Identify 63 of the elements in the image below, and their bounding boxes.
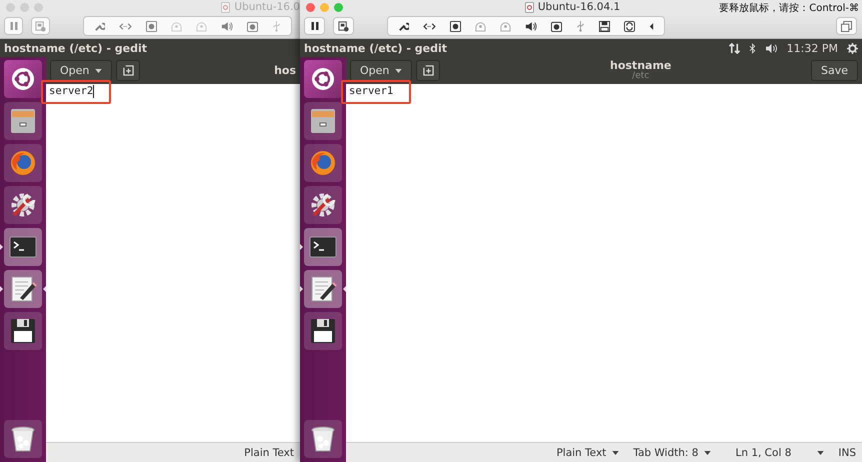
restore-icon <box>841 20 852 32</box>
open-button[interactable]: Open <box>50 60 112 81</box>
caret-icon <box>95 68 102 72</box>
volume-icon[interactable] <box>764 42 778 54</box>
caret-icon <box>395 68 402 72</box>
document-icon <box>524 2 534 12</box>
bluetooth-icon[interactable] <box>748 42 756 54</box>
new-tab-icon <box>122 65 134 76</box>
settings-icon[interactable] <box>847 42 858 54</box>
status-label: INS <box>838 446 856 458</box>
new-tab-button[interactable] <box>416 60 440 81</box>
disc-icon[interactable] <box>450 20 461 32</box>
launcher-button[interactable] <box>4 270 42 308</box>
snapshot-icon <box>35 20 46 32</box>
restore-window-button[interactable] <box>836 17 857 35</box>
pause-button[interactable] <box>304 17 325 35</box>
file-cabinet-icon <box>8 106 38 136</box>
status-label: Plain Text <box>244 446 294 458</box>
window-title: Ubuntu-16.04.1 <box>538 1 620 13</box>
new-tab-button[interactable] <box>116 60 140 81</box>
collapse-caret-icon[interactable] <box>649 22 654 30</box>
speaker-icon[interactable] <box>525 20 537 32</box>
status-dropdown[interactable]: Plain Text <box>556 446 620 458</box>
document-path: /etc <box>632 72 650 81</box>
camera-icon[interactable] <box>551 20 562 32</box>
panel-title: hostname (/etc) - gedit <box>4 42 147 54</box>
file-cabinet-icon <box>308 106 338 136</box>
dash-launcher-button[interactable] <box>304 60 342 98</box>
document-text[interactable]: server1 <box>349 85 394 98</box>
snapshot-icon <box>338 20 349 32</box>
snapshot-button[interactable] <box>333 17 354 35</box>
sync-icon[interactable] <box>624 20 635 32</box>
caret-icon <box>612 450 620 454</box>
pause-icon <box>8 21 18 31</box>
document-text[interactable]: server2 <box>49 85 94 98</box>
caret-icon <box>704 450 712 454</box>
trash-launcher-button[interactable] <box>304 420 342 458</box>
document-icon <box>221 2 230 12</box>
network-updown-icon[interactable] <box>728 42 740 54</box>
browser-icon <box>8 148 38 178</box>
trash-launcher-button[interactable] <box>4 420 42 458</box>
browser-icon <box>308 148 338 178</box>
usb-icon[interactable] <box>576 20 585 32</box>
save-button[interactable]: Save <box>810 60 858 81</box>
release-mouse-hint: 要释放鼠标，请按：Control-⌘ <box>719 2 859 15</box>
launcher-button[interactable] <box>304 270 342 308</box>
launcher-button[interactable] <box>304 312 342 350</box>
status-dropdown[interactable]: Ln 1, Col 8 <box>735 446 824 458</box>
pause-icon <box>310 21 320 31</box>
clock[interactable]: 11:32 PM <box>786 42 838 54</box>
launcher-button[interactable] <box>4 312 42 350</box>
wrench-icon[interactable] <box>398 20 409 32</box>
status-dropdown[interactable]: Tab Width: 8 <box>633 446 712 458</box>
document-title: hostname <box>610 60 672 71</box>
document-title: hos <box>274 65 296 76</box>
open-button[interactable]: Open <box>350 60 412 81</box>
new-tab-icon <box>422 65 434 76</box>
dash-launcher-button[interactable] <box>4 60 42 98</box>
network-arrows-icon[interactable] <box>423 22 436 30</box>
launcher-button[interactable] <box>4 186 42 224</box>
panel-title: hostname (/etc) - gedit <box>304 42 447 54</box>
launcher-button[interactable] <box>304 186 342 224</box>
caret-icon <box>817 450 824 454</box>
